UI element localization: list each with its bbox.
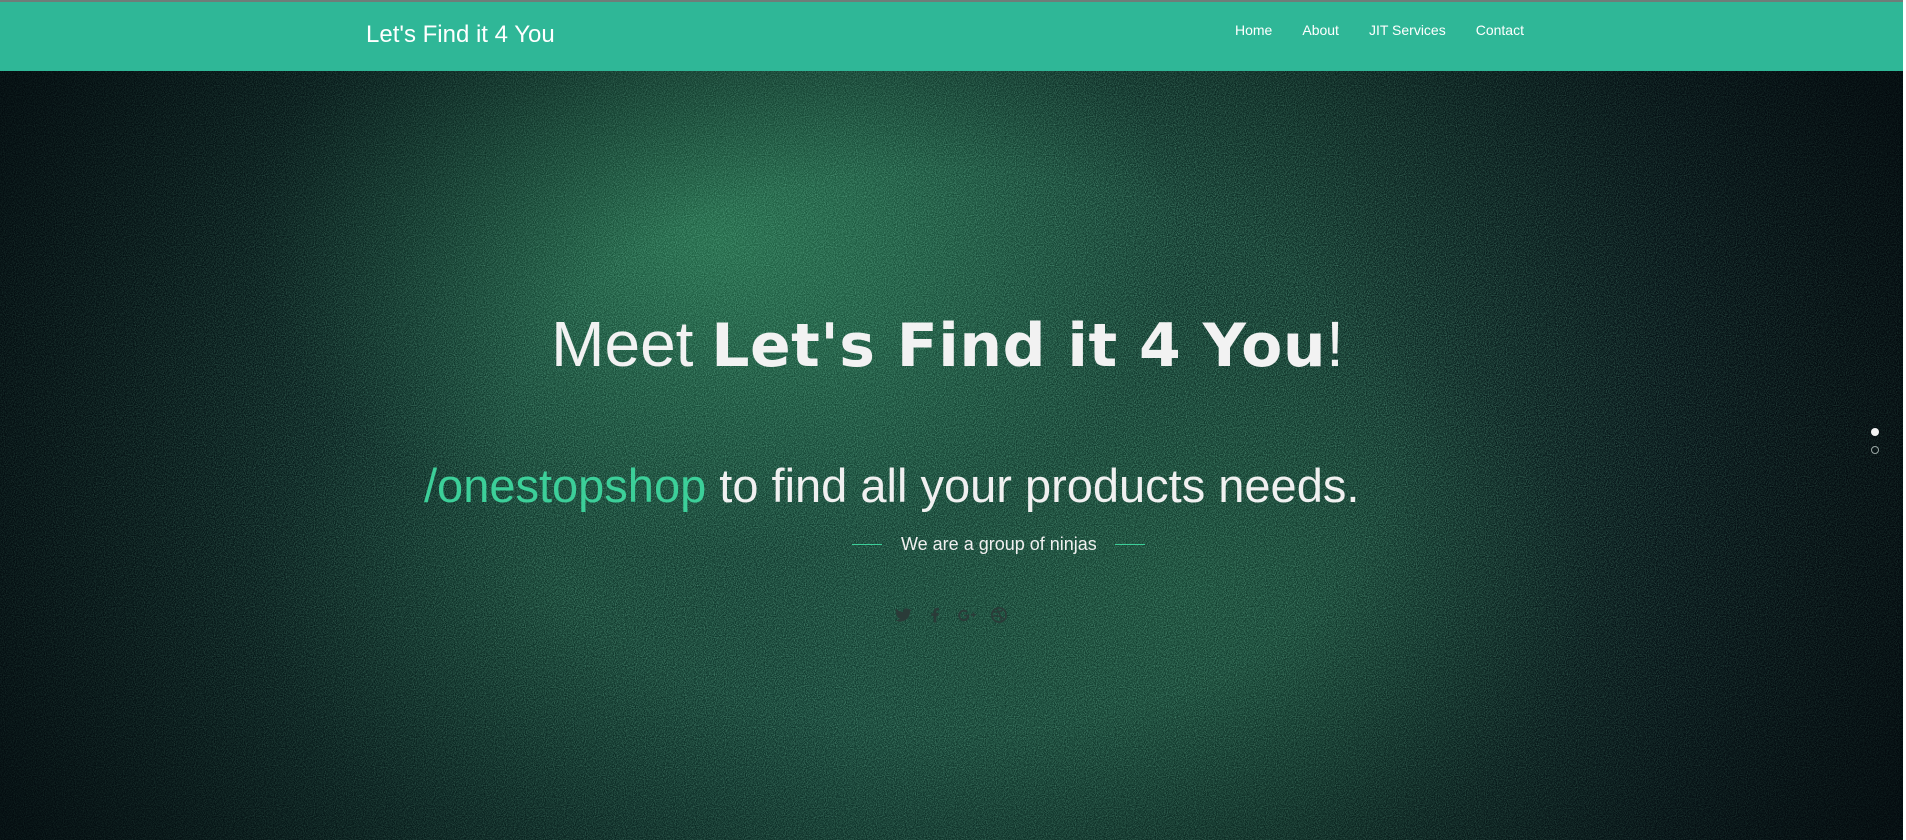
nav-link-home[interactable]: Home [1220, 20, 1287, 40]
nav-link-about[interactable]: About [1287, 20, 1354, 40]
hero-subline: We are a group of ninjas [852, 533, 1145, 555]
nav-link-jit-services[interactable]: JIT Services [1354, 20, 1461, 40]
slide-dot-1[interactable] [1871, 428, 1879, 436]
hero-vignette [0, 71, 1903, 840]
hero-section: Meet Let's Find it 4 You! /onestopshop t… [0, 71, 1903, 840]
browser-viewport: Let's Find it 4 You Home About JIT Servi… [0, 0, 1903, 840]
tagline-accent: /onestopshop [424, 459, 707, 512]
tagline-text: to find all your products needs. [706, 459, 1360, 512]
brand-logo[interactable]: Let's Find it 4 You [366, 20, 555, 50]
nav-menu: Home About JIT Services Contact [1220, 20, 1539, 40]
google-plus-icon[interactable] [957, 605, 977, 625]
social-links [893, 605, 1009, 625]
hero-title: Meet Let's Find it 4 You! [0, 307, 1895, 383]
navbar: Let's Find it 4 You Home About JIT Servi… [0, 2, 1903, 71]
subline-text: We are a group of ninjas [901, 534, 1097, 554]
nav-link-contact[interactable]: Contact [1461, 20, 1539, 40]
subline-right-dash [1114, 543, 1145, 545]
facebook-icon[interactable] [925, 605, 945, 625]
hero-title-prefix: Meet [551, 308, 712, 380]
twitter-icon[interactable] [893, 605, 913, 625]
slide-dot-2[interactable] [1871, 446, 1879, 454]
hero-title-suffix: ! [1326, 308, 1344, 380]
dribbble-icon[interactable] [989, 605, 1009, 625]
subline-left-dash [852, 543, 882, 545]
hero-tagline: /onestopshop to find all your products n… [424, 458, 1359, 514]
slide-pagination [1871, 428, 1879, 454]
hero-title-bold: Let's Find it 4 You [711, 311, 1327, 381]
